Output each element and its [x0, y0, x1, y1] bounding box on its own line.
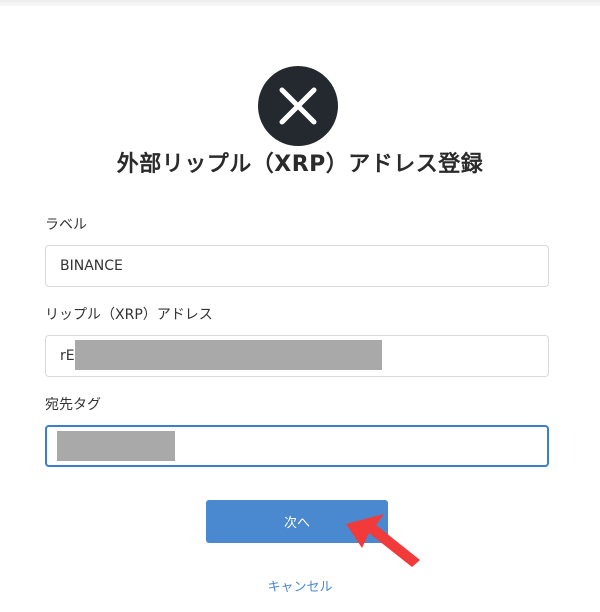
label-field-label: ラベル: [45, 217, 87, 233]
xrp-address-input[interactable]: rE: [45, 335, 549, 377]
xrp-address-value: rE: [60, 348, 75, 364]
label-input-value: BINANCE: [60, 258, 123, 274]
top-bar: [0, 0, 600, 6]
cancel-link[interactable]: キャンセル: [0, 576, 600, 595]
destination-tag-label: 宛先タグ: [45, 397, 101, 413]
label-input[interactable]: BINANCE: [45, 245, 549, 287]
xrp-logo-icon: [258, 66, 338, 146]
destination-tag-input[interactable]: [45, 425, 549, 467]
tag-redaction: [57, 431, 175, 461]
red-arrow-icon: [346, 514, 420, 567]
address-field-label: リップル（XRP）アドレス: [45, 307, 213, 323]
page-title: 外部リップル（XRP）アドレス登録: [116, 152, 484, 177]
address-redaction: [75, 340, 382, 370]
